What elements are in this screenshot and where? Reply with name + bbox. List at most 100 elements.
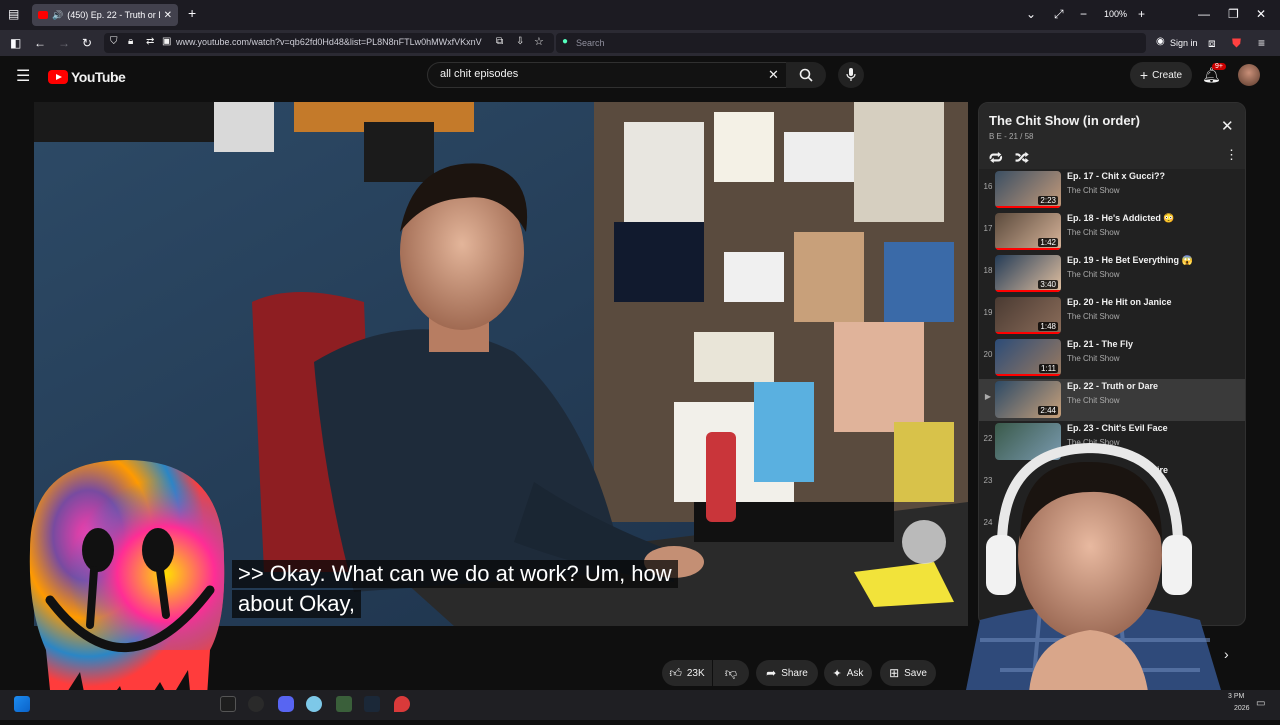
zoom-level[interactable]: 100% <box>1104 9 1127 19</box>
chevron-down-icon[interactable]: ⌄ <box>1026 7 1036 21</box>
playlist-item[interactable]: 19 1:48 Ep. 20 - He Hit on Janice The Ch… <box>979 295 1245 337</box>
forward-icon[interactable]: → <box>58 36 70 50</box>
notifications-badge: 9+ <box>1212 63 1226 70</box>
playlist-item[interactable]: 20 1:11 Ep. 21 - The Fly The Chit Show <box>979 337 1245 379</box>
item-index: 17 <box>983 224 993 233</box>
like-button[interactable]: 👍︎ 23K <box>662 660 712 686</box>
sidebar-toggle-icon[interactable]: ◧ <box>10 36 21 50</box>
taskbar-date[interactable]: 2026 <box>1234 705 1250 712</box>
clear-search-icon[interactable]: ✕ <box>768 67 779 83</box>
save-icon: ⊞ <box>889 666 900 680</box>
address-bar[interactable]: ⛉ 🔒︎ ⇄ ▣ www.youtube.com/watch?v=qb62fd0… <box>104 33 554 53</box>
minimize-window-icon[interactable]: — <box>1198 7 1210 21</box>
reload-icon[interactable]: ↻ <box>82 36 92 50</box>
github-icon[interactable] <box>248 696 264 712</box>
taskbar-time[interactable]: 3 PM <box>1228 693 1244 700</box>
notification-center-icon[interactable]: ▭ <box>1256 698 1265 709</box>
avatar[interactable] <box>1238 64 1260 86</box>
chevron-right-icon[interactable]: › <box>1224 646 1229 662</box>
dislike-button[interactable]: 👎︎ <box>713 660 749 686</box>
ask-label: Ask <box>846 667 864 679</box>
more-options-icon[interactable]: ⋮ <box>1225 147 1238 163</box>
url-text[interactable]: www.youtube.com/watch?v=qb62fd0Hd48&list… <box>176 37 494 47</box>
item-channel[interactable]: The Chit Show <box>1067 354 1119 363</box>
restore-window-icon[interactable]: ❐ <box>1228 7 1239 21</box>
expand-icon[interactable]: ⤢ <box>1054 7 1064 22</box>
voice-search-button[interactable] <box>838 62 864 88</box>
item-channel[interactable]: The Chit Show <box>1067 186 1119 195</box>
maps-pin-icon[interactable] <box>394 696 410 712</box>
windows-start-icon[interactable] <box>14 696 30 712</box>
youtube-search-input[interactable] <box>440 68 760 80</box>
ublock-icon[interactable]: ⛊ <box>1232 36 1241 51</box>
ask-button[interactable]: ✦ Ask <box>824 660 872 686</box>
sign-in-button[interactable]: Sign in <box>1170 38 1198 48</box>
tab-list-icon[interactable]: ▤ <box>8 7 19 21</box>
playlist-item[interactable]: 17 1:42 Ep. 18 - He's Addicted 😳 The Chi… <box>979 211 1245 253</box>
duration-badge: 2:23 <box>1038 196 1058 205</box>
audio-playing-icon[interactable]: 🔊 <box>52 10 63 21</box>
video-thumbnail[interactable]: 2:44 <box>995 381 1061 418</box>
item-title[interactable]: Ep. 18 - He's Addicted 😳 <box>1067 213 1175 224</box>
playlist-title[interactable]: The Chit Show (in order) <box>989 113 1140 128</box>
steam-icon[interactable] <box>364 696 380 712</box>
terminal-icon[interactable] <box>220 696 236 712</box>
lock-icon[interactable]: 🔒︎ <box>128 36 133 47</box>
create-button[interactable]: + Create <box>1130 62 1192 88</box>
search-engine-icon[interactable]: ● <box>562 36 568 47</box>
item-title[interactable]: Ep. 22 - Truth or Dare <box>1067 381 1158 391</box>
close-window-icon[interactable]: ✕ <box>1256 7 1266 21</box>
download-page-icon[interactable]: ⇩ <box>516 36 524 47</box>
hamburger-menu-icon[interactable]: ☰ <box>16 66 30 86</box>
close-tab-icon[interactable]: ✕ <box>164 10 172 21</box>
browser-app-icon[interactable] <box>306 696 322 712</box>
browser-search-bar[interactable]: ● Search <box>556 33 1146 53</box>
browser-tab-active[interactable]: 🔊 (450) Ep. 22 - Truth or Dare ✕ <box>32 4 178 26</box>
playlist-item[interactable]: 16 2:23 Ep. 17 - Chit x Gucci?? The Chit… <box>979 169 1245 211</box>
item-channel[interactable]: The Chit Show <box>1067 312 1119 321</box>
video-thumbnail[interactable]: 1:11 <box>995 339 1061 376</box>
playlist-item-current[interactable]: ▶ 2:44 Ep. 22 - Truth or Dare The Chit S… <box>979 379 1245 421</box>
save-button[interactable]: ⊞ Save <box>880 660 936 686</box>
item-title[interactable]: Ep. 23 - Chit's Evil Face <box>1067 423 1168 433</box>
playlist-item[interactable]: 18 3:40 Ep. 19 - He Bet Everything 😱 The… <box>979 253 1245 295</box>
item-channel[interactable]: The Chit Show <box>1067 270 1119 279</box>
video-thumbnail[interactable]: 3:40 <box>995 255 1061 292</box>
youtube-search-button[interactable] <box>786 62 826 88</box>
discord-icon[interactable] <box>278 696 294 712</box>
video-thumbnail[interactable]: 1:48 <box>995 297 1061 334</box>
caption-line-1: >> Okay. What can we do at work? Um, how <box>232 560 678 588</box>
item-channel[interactable]: The Chit Show <box>1067 396 1119 405</box>
item-title[interactable]: Ep. 21 - The Fly <box>1067 339 1133 349</box>
close-playlist-icon[interactable]: ✕ <box>1221 117 1234 135</box>
share-button[interactable]: ➦ Share <box>756 660 818 686</box>
watched-progress-bar <box>995 332 1061 334</box>
permissions-icon[interactable]: ⇄ <box>146 36 154 47</box>
picture-in-picture-icon[interactable]: ⧉ <box>496 36 503 47</box>
new-tab-button[interactable]: + <box>188 5 196 21</box>
zoom-out-button[interactable]: − <box>1080 7 1087 21</box>
zoom-in-button[interactable]: + <box>1138 7 1145 21</box>
youtube-logo[interactable]: YouTube <box>48 69 126 85</box>
menu-icon[interactable]: ≡ <box>1258 36 1265 50</box>
item-channel[interactable]: The Chit Show <box>1067 228 1119 237</box>
extensions-icon[interactable]: ⧈ <box>1208 36 1216 51</box>
back-icon[interactable]: ← <box>34 36 46 50</box>
video-thumbnail[interactable]: 1:42 <box>995 213 1061 250</box>
microphone-icon <box>846 68 856 81</box>
shuffle-icon[interactable]: 🔀︎ <box>1015 147 1029 168</box>
item-title[interactable]: Ep. 19 - He Bet Everything 😱 <box>1067 255 1193 266</box>
video-thumbnail[interactable]: 2:23 <box>995 171 1061 208</box>
account-icon[interactable]: ◉ <box>1156 36 1165 47</box>
item-title[interactable]: Ep. 20 - He Hit on Janice <box>1067 297 1172 307</box>
item-title[interactable]: Ep. 17 - Chit x Gucci?? <box>1067 171 1165 181</box>
loop-icon[interactable]: 🔁︎ <box>989 147 1003 168</box>
bookmark-star-icon[interactable]: ☆ <box>534 35 544 48</box>
camera-permission-icon[interactable]: ▣ <box>162 36 171 47</box>
shield-icon[interactable]: ⛉ <box>110 36 118 47</box>
browser-nav-bar: ◧ ← → ↻ ⛉ 🔒︎ ⇄ ▣ www.youtube.com/watch?v… <box>0 30 1280 67</box>
now-playing-icon: ▶ <box>984 392 992 401</box>
youtube-search-box[interactable]: ✕ <box>427 62 791 88</box>
app-icon[interactable] <box>336 696 352 712</box>
thumbs-down-icon: 👎︎ <box>724 665 738 680</box>
